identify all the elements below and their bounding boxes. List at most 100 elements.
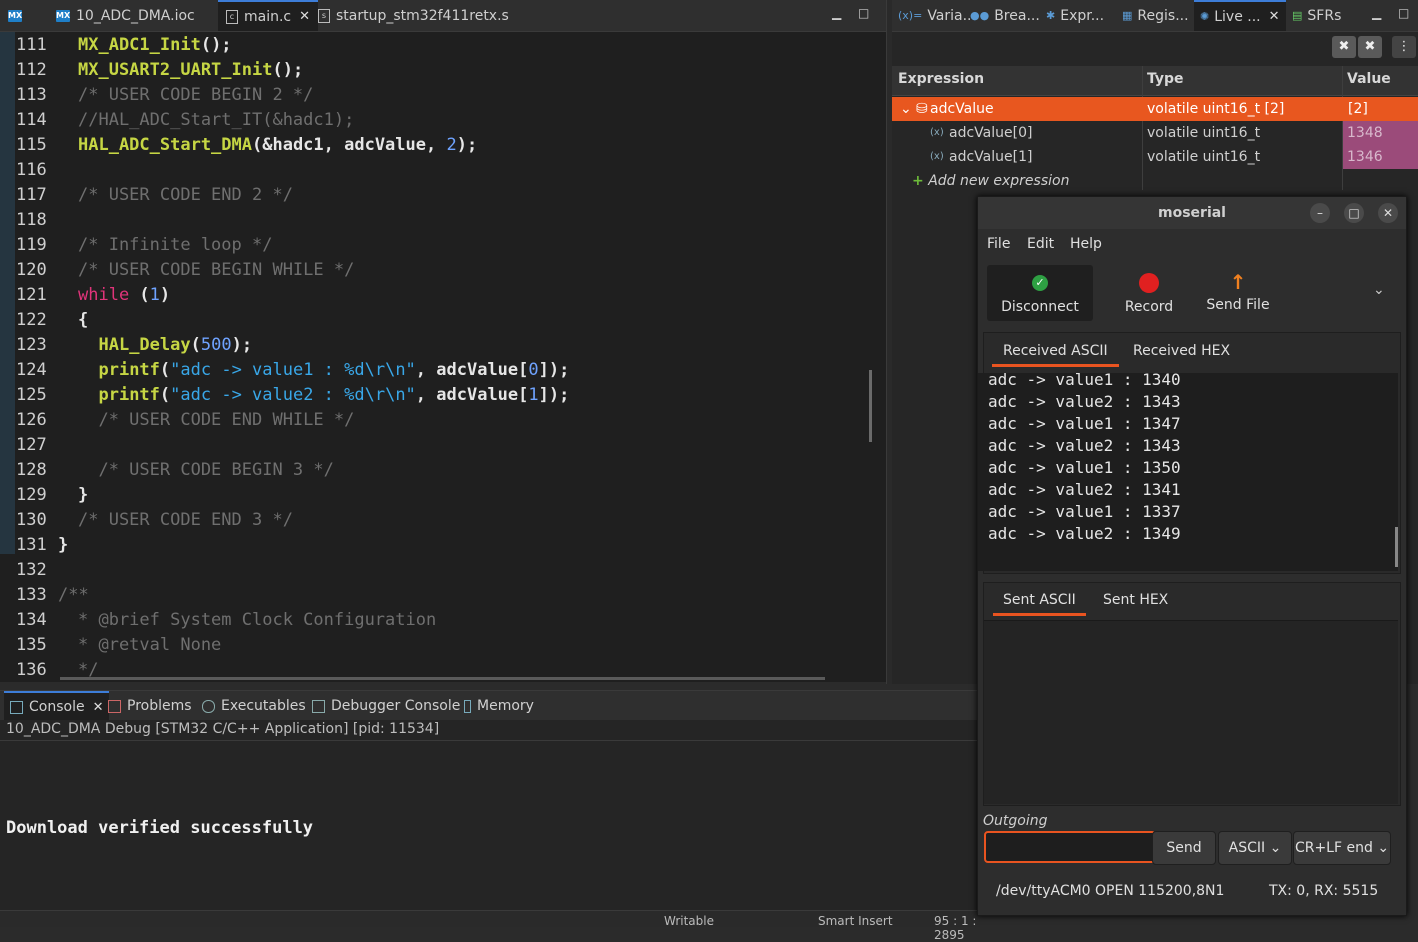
maximize-icon[interactable]: □ bbox=[1344, 203, 1364, 223]
console-output[interactable]: 10_ADC_DMA Debug [STM32 C/C++ Applicatio… bbox=[0, 720, 980, 915]
menu-help[interactable]: Help bbox=[1070, 236, 1102, 252]
line-number: 132 bbox=[16, 560, 47, 580]
tab-label: Problems bbox=[127, 698, 192, 714]
code-token: /* USER CODE END 2 */ bbox=[78, 185, 293, 205]
breakpoints-icon: ●● bbox=[970, 9, 990, 22]
editor-vertical-scrollbar[interactable] bbox=[869, 370, 872, 442]
send-file-button[interactable]: ↑ Send File bbox=[1200, 265, 1276, 321]
tab-sent-hex[interactable]: Sent HEX bbox=[1103, 592, 1168, 608]
record-button[interactable]: Record bbox=[1108, 265, 1190, 321]
expression-row-selected[interactable]: ⌄ ⛁ adcValue volatile uint16_t [2] [2] bbox=[892, 97, 1418, 121]
tab-sent-ascii[interactable]: Sent ASCII bbox=[993, 592, 1086, 616]
expressions-table-header: Expression Type Value bbox=[892, 66, 1418, 96]
tab-startup-s[interactable]: s startup_stm32f411retx.s bbox=[318, 0, 509, 31]
code-token: , adcValue[ bbox=[415, 385, 529, 405]
tab-registers[interactable]: ▦ Regis... bbox=[1122, 0, 1189, 31]
add-new-expression[interactable]: + Add new expression bbox=[912, 170, 1069, 192]
tab-debugger-console[interactable]: Debugger Console bbox=[312, 691, 460, 721]
received-text[interactable]: adc -> value1 : 1340 adc -> value2 : 1343… bbox=[978, 370, 1398, 571]
code-text: /* USER CODE BEGIN 2 */ bbox=[78, 83, 313, 108]
tab-expressions[interactable]: ✱ Expr... bbox=[1046, 0, 1104, 31]
close-icon[interactable]: ✕ bbox=[1269, 9, 1280, 24]
tab-console[interactable]: Console ✕ bbox=[4, 691, 110, 721]
registers-icon: ▦ bbox=[1122, 9, 1133, 22]
tab-mx-logo[interactable]: MX bbox=[8, 0, 28, 31]
code-token: HAL_ADC_Start_DMA bbox=[78, 135, 252, 155]
line-end-select[interactable]: CR+LF end ⌄ bbox=[1293, 831, 1391, 865]
encoding-select[interactable]: ASCII ⌄ bbox=[1218, 831, 1292, 865]
column-value[interactable]: Value bbox=[1347, 71, 1391, 87]
tab-variables[interactable]: (x)= Varia... bbox=[898, 0, 976, 31]
disconnect-button[interactable]: ✓ Disconnect bbox=[987, 265, 1093, 321]
chevron-down-icon[interactable]: ⌄ bbox=[900, 97, 912, 121]
tab-main-c[interactable]: c main.c ✕ bbox=[218, 0, 319, 31]
expression-value-cell[interactable]: 1346 bbox=[1343, 145, 1418, 169]
line-number: 125 bbox=[16, 385, 47, 405]
sent-text[interactable] bbox=[984, 620, 1398, 804]
expression-row[interactable]: (x) adcValue[0] volatile uint16_t bbox=[892, 121, 1418, 145]
code-token: (&hadc1, adcValue, bbox=[252, 135, 447, 155]
tab-ioc-file[interactable]: MX 10_ADC_DMA.ioc bbox=[56, 0, 195, 31]
code-token: /* USER CODE BEGIN 3 */ bbox=[78, 460, 334, 480]
code-text: /* USER CODE BEGIN 3 */ bbox=[78, 458, 334, 483]
tab-received-ascii[interactable]: Received ASCII bbox=[992, 343, 1119, 367]
tab-problems[interactable]: Problems bbox=[108, 691, 192, 721]
column-type[interactable]: Type bbox=[1147, 71, 1184, 87]
code-token: } bbox=[58, 535, 69, 555]
remove-expression-icon[interactable]: ✖ bbox=[1332, 36, 1356, 58]
expression-row[interactable]: (x) adcValue[1] volatile uint16_t bbox=[892, 145, 1418, 169]
minimize-icon[interactable]: ▁ bbox=[1372, 6, 1381, 20]
maximize-icon[interactable]: □ bbox=[858, 6, 869, 20]
toolbar-label: Record bbox=[1124, 299, 1174, 315]
minimize-icon[interactable]: ▁ bbox=[832, 6, 841, 20]
expression-name: adcValue[1] bbox=[949, 149, 1033, 165]
minimize-icon[interactable]: – bbox=[1310, 203, 1330, 223]
variable-icon: ⛁ bbox=[916, 101, 928, 117]
outgoing-input[interactable] bbox=[984, 831, 1156, 863]
code-token: MX_ADC1_Init bbox=[78, 35, 201, 55]
code-token: MX_USART2_UART_Init bbox=[78, 60, 273, 80]
menu-file[interactable]: File bbox=[987, 236, 1010, 252]
expression-type: volatile uint16_t [2] bbox=[1147, 101, 1285, 117]
window-title-bar[interactable]: moserial bbox=[978, 197, 1406, 229]
received-line: adc -> value2 : 1343 bbox=[988, 436, 1181, 455]
tab-sfrs[interactable]: ▤ SFRs bbox=[1292, 0, 1341, 31]
select-value: ASCII bbox=[1228, 840, 1266, 856]
received-scrollbar[interactable] bbox=[1395, 527, 1398, 567]
chevron-down-icon[interactable]: ⌄ bbox=[1373, 282, 1385, 298]
tab-live-expressions[interactable]: ✺ Live ... ✕ bbox=[1194, 0, 1286, 31]
code-token: ); bbox=[456, 135, 478, 155]
column-expression[interactable]: Expression bbox=[898, 71, 984, 87]
line-number: 134 bbox=[16, 610, 47, 630]
variables-icon: (x)= bbox=[898, 9, 923, 22]
expression-value-cell[interactable]: 1348 bbox=[1343, 121, 1418, 145]
close-icon[interactable]: ✕ bbox=[93, 700, 104, 715]
tab-memory[interactable]: Memory bbox=[464, 691, 534, 721]
maximize-icon[interactable]: □ bbox=[1398, 6, 1409, 20]
line-number: 127 bbox=[16, 435, 47, 455]
status-cursor-position: 95 : 1 : 2895 bbox=[934, 914, 977, 942]
code-token: * @retval None bbox=[78, 635, 222, 655]
remove-all-expressions-icon[interactable]: ✖ bbox=[1358, 36, 1382, 58]
close-icon[interactable]: ✕ bbox=[1378, 203, 1398, 223]
code-token: 2 bbox=[446, 135, 457, 155]
tab-breakpoints[interactable]: ●● Brea... bbox=[970, 0, 1040, 31]
code-text: /** bbox=[58, 583, 89, 608]
menu-edit[interactable]: Edit bbox=[1027, 236, 1054, 252]
tab-label: main.c bbox=[244, 8, 292, 25]
view-menu-icon[interactable]: ⋮ bbox=[1392, 36, 1416, 58]
close-icon[interactable]: ✕ bbox=[299, 9, 310, 24]
expression-value: [2] bbox=[1348, 101, 1368, 117]
received-line: adc -> value2 : 1349 bbox=[988, 524, 1181, 543]
button-label: Send bbox=[1166, 840, 1202, 856]
tab-received-hex[interactable]: Received HEX bbox=[1133, 343, 1230, 359]
tab-executables[interactable]: Executables bbox=[202, 691, 306, 721]
tab-label: Executables bbox=[221, 698, 306, 714]
tab-label: Live ... bbox=[1214, 8, 1261, 25]
received-line: adc -> value2 : 1343 bbox=[988, 392, 1181, 411]
send-button[interactable]: Send bbox=[1152, 831, 1216, 865]
editor-horizontal-scrollbar[interactable] bbox=[60, 677, 825, 680]
c-file-icon: c bbox=[226, 9, 238, 24]
tab-label: 10_ADC_DMA.ioc bbox=[76, 7, 195, 24]
